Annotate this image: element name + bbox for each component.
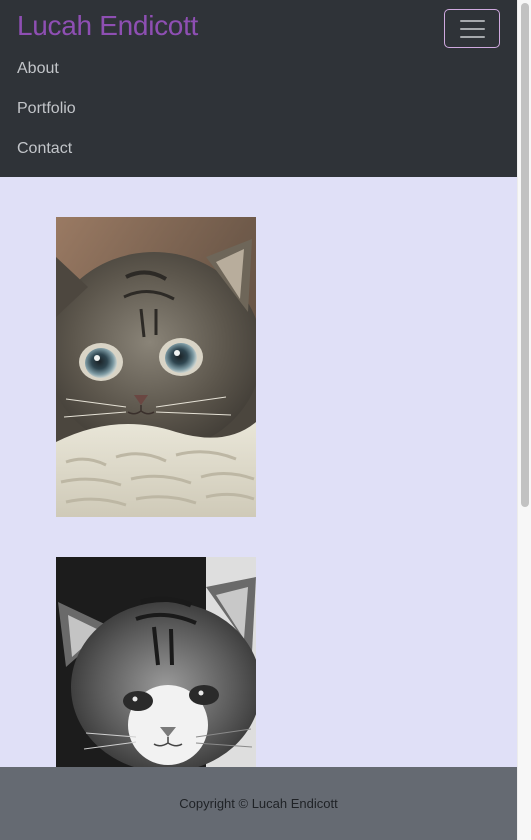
- page: Lucah Endicott About Portfolio Contact C…: [0, 0, 517, 840]
- copyright-text: Copyright © Lucah Endicott: [179, 796, 338, 811]
- hamburger-icon: [460, 20, 485, 38]
- nav-link-portfolio[interactable]: Portfolio: [17, 99, 76, 119]
- nav-link-contact[interactable]: Contact: [17, 139, 72, 159]
- navbar: Lucah Endicott About Portfolio Contact: [0, 0, 517, 177]
- kitten-photo: [56, 217, 256, 517]
- nav-link-about[interactable]: About: [17, 59, 59, 79]
- kitten-photo-bw: [56, 557, 256, 767]
- brand-link[interactable]: Lucah Endicott: [17, 8, 198, 44]
- page-scrollbar[interactable]: [517, 0, 531, 840]
- scrollbar-thumb[interactable]: [521, 3, 529, 507]
- gallery-image-kitten-grayscale: [56, 557, 256, 767]
- footer: Copyright © Lucah Endicott: [0, 767, 517, 840]
- navbar-toggle-button[interactable]: [444, 9, 500, 48]
- browser-viewport: Lucah Endicott About Portfolio Contact C…: [0, 0, 531, 840]
- gallery-image-kitten-color: [56, 217, 256, 517]
